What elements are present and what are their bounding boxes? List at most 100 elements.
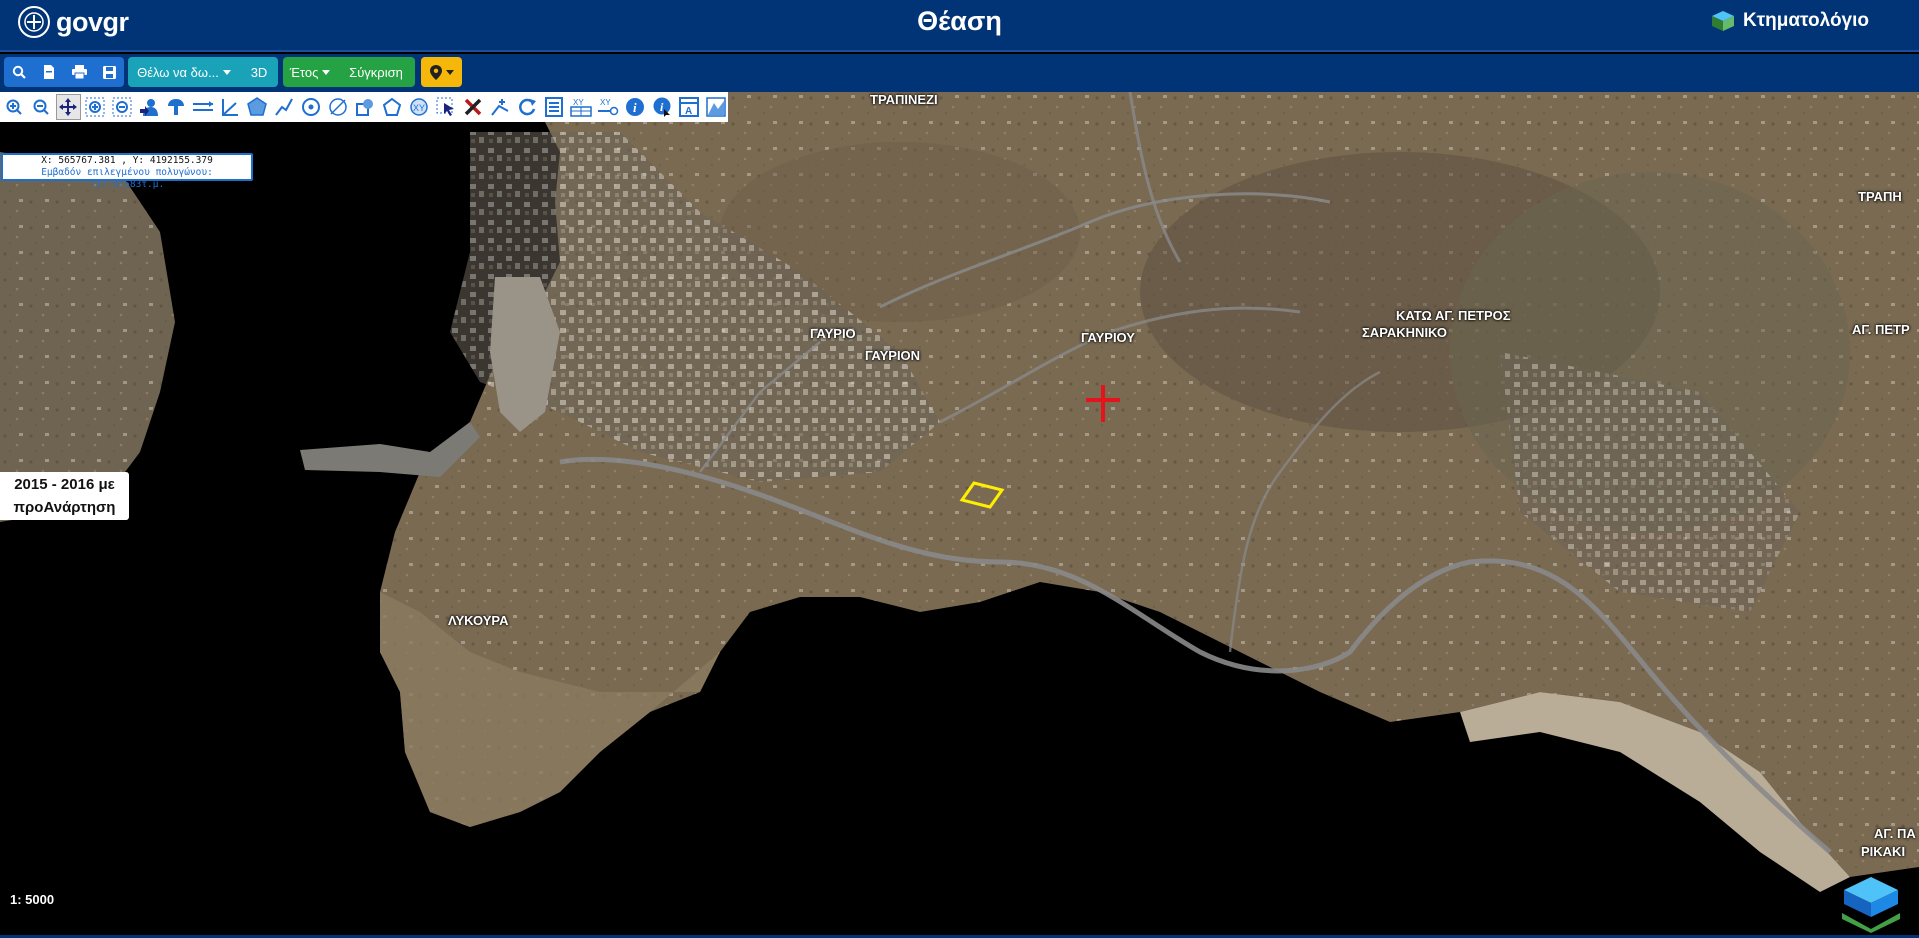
legend-icon: [544, 97, 563, 117]
place-label-trapinezi: ΤΡΑΠΙΝΕΖΙ: [870, 92, 938, 107]
ktimatologio-corner-cube-icon[interactable]: [1840, 875, 1902, 933]
zoom-in-tool[interactable]: [2, 94, 27, 120]
svg-text:XY: XY: [573, 98, 584, 107]
pan-tool[interactable]: [55, 94, 81, 120]
zoom-box-out-icon: [112, 97, 132, 117]
select-parcel-icon: [140, 99, 159, 116]
refresh-icon: [518, 98, 536, 116]
ellipse-tool[interactable]: [326, 94, 351, 120]
search-icon: [12, 65, 26, 79]
xy-goto-icon: XY: [597, 98, 619, 116]
delete-icon: [464, 98, 482, 116]
coordinate-readout: X: 565767.381 , Y: 4192155.379 Εμβαδόν ε…: [1, 153, 253, 190]
place-label-gavrio: ΓΑΥΡΙΟ: [810, 326, 856, 341]
place-label-kato-ag-petros: ΚΑΤΩ ΑΓ. ΠΕΤΡΟΣ: [1396, 308, 1511, 323]
xy-grid-tool[interactable]: XY: [568, 94, 593, 120]
chevron-down-icon: [222, 69, 231, 75]
imagery-year-label[interactable]: 2015 - 2016 με προΑνάρτηση: [0, 472, 129, 520]
info-tool[interactable]: i: [622, 94, 647, 120]
svg-text:XY: XY: [413, 103, 425, 113]
app-root: ΤΡΑΠΙΝΕΖΙ ΓΑΥΡΙΟ ΓΑΥΡΙΟΝ ΓΑΥΡΙΟΥ ΚΑΤΩ ΑΓ…: [0, 0, 1919, 938]
text-label-icon: A: [678, 97, 699, 117]
measure-distance-icon: [193, 101, 214, 111]
svg-text:i: i: [633, 100, 637, 115]
circle-icon: [302, 98, 321, 116]
svg-text:A: A: [685, 106, 692, 117]
view-menu-dropdown[interactable]: Θέλω να δω...: [128, 57, 240, 87]
legend-tool[interactable]: [541, 94, 566, 120]
zoom-in-icon: [6, 99, 23, 115]
imagery-year-line1: 2015 - 2016 με: [14, 476, 115, 493]
print-button[interactable]: [64, 57, 94, 87]
polygon-tool[interactable]: [380, 94, 405, 120]
draw-line-icon: [275, 98, 294, 116]
ktimatologio-cube-icon: [1711, 11, 1734, 31]
zoom-out-icon: [33, 99, 50, 115]
select-parcel-tool[interactable]: [137, 94, 162, 120]
zoom-box-in-icon: [85, 97, 105, 117]
xy-coordinate-icon: XY: [410, 98, 428, 116]
info-click-tool[interactable]: i: [649, 94, 674, 120]
measure-polygon-tool[interactable]: [245, 94, 270, 120]
page-title: Θέαση: [917, 6, 1002, 36]
place-label-ag-pa: ΑΓ. ΠΑ: [1874, 826, 1916, 841]
text-label-tool[interactable]: A: [676, 94, 701, 120]
year-menu-dropdown[interactable]: Έτος: [283, 57, 337, 87]
shape-icon: [356, 99, 374, 116]
pan-icon: [59, 98, 78, 116]
measure-polygon-icon: [247, 97, 268, 116]
place-label-trapi: ΤΡΑΠΗ: [1858, 189, 1902, 204]
compare-button[interactable]: Σύγκριση: [337, 57, 415, 87]
year-group: Έτος Σύγκριση: [283, 57, 415, 87]
draw-line-tool[interactable]: [272, 94, 297, 120]
view-3d-button[interactable]: 3D: [240, 57, 278, 87]
place-label-ag-petr: ΑΓ. ΠΕΤΡ: [1852, 322, 1910, 337]
info-click-icon: i: [653, 97, 671, 117]
ellipse-icon: [329, 98, 347, 116]
svg-text:XY: XY: [600, 98, 611, 107]
place-label-lykoura: ΛΥΚΟΥΡΑ: [448, 613, 509, 628]
place-label-rikaki: ΡΙΚΑΚΙ: [1861, 844, 1906, 859]
zoom-box-in-tool[interactable]: [83, 94, 108, 120]
measure-angle-tool[interactable]: [218, 94, 243, 120]
place-label-gavrion: ΓΑΥΡΙΟΝ: [865, 348, 921, 363]
info-icon: i: [625, 98, 644, 116]
main-toolbar: Θέλω να δω... 3D Έτος Σύγκριση: [0, 54, 1919, 92]
save-button[interactable]: [94, 57, 124, 87]
xy-grid-icon: XY: [570, 98, 592, 117]
map-tools-strip: XY XY XY i i A: [0, 92, 728, 122]
document-button[interactable]: [34, 57, 64, 87]
search-button[interactable]: [4, 57, 34, 87]
zoom-out-tool[interactable]: [29, 94, 54, 120]
refresh-tool[interactable]: [514, 94, 539, 120]
xy-coordinate-tool[interactable]: XY: [407, 94, 432, 120]
top-header: govgr Θέαση Κτηματολόγιο: [0, 0, 1919, 52]
select-arrow-icon: [436, 97, 454, 116]
imagery-year-line2: προΑνάρτηση: [13, 499, 116, 516]
measure-distance-tool[interactable]: [191, 94, 216, 120]
map-pin-icon: [429, 64, 442, 80]
print-icon: [71, 65, 87, 79]
ktimatologio-brand[interactable]: Κτηματολόγιο: [1711, 10, 1869, 32]
year-menu-label: Έτος: [289, 64, 319, 80]
place-label-saraknikon: ΣΑΡΑΚΗΝΙΚΟ: [1362, 325, 1447, 340]
view-menu-label: Θέλω να δω...: [137, 64, 219, 80]
view-group: Θέλω να δω... 3D: [128, 57, 278, 87]
xy-goto-tool[interactable]: XY: [595, 94, 620, 120]
profile-icon: [705, 97, 726, 117]
location-dropdown[interactable]: [421, 57, 462, 87]
zoom-box-out-tool[interactable]: [110, 94, 135, 120]
map-imagery[interactable]: [0, 91, 1919, 935]
save-icon: [102, 65, 116, 79]
snap-icon: [491, 99, 509, 116]
delete-tool[interactable]: [460, 94, 485, 120]
select-arrow-tool[interactable]: [434, 94, 459, 120]
shape-tool[interactable]: [353, 94, 378, 120]
document-icon: [44, 65, 54, 79]
profile-tool[interactable]: [703, 94, 728, 120]
identify-tool[interactable]: [164, 94, 189, 120]
map-viewport[interactable]: ΤΡΑΠΙΝΕΖΙ ΓΑΥΡΙΟ ΓΑΥΡΙΟΝ ΓΑΥΡΙΟΥ ΚΑΤΩ ΑΓ…: [0, 91, 1919, 935]
circle-tool[interactable]: [299, 94, 324, 120]
polygon-icon: [382, 97, 402, 116]
snap-tool[interactable]: [487, 94, 512, 120]
